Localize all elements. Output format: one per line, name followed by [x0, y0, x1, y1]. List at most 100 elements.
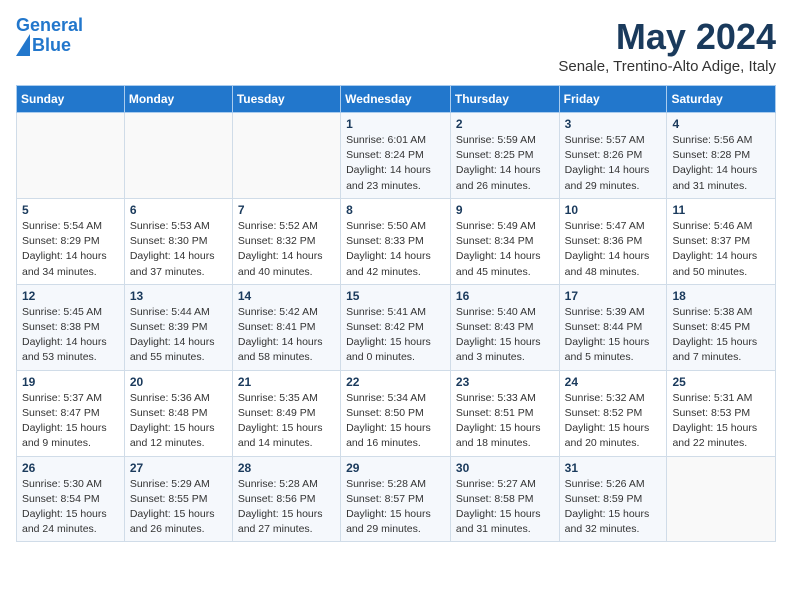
day-detail: Sunrise: 5:36 AMSunset: 8:48 PMDaylight:…	[130, 391, 227, 452]
day-number: 27	[130, 461, 227, 475]
calendar-day-cell: 22Sunrise: 5:34 AMSunset: 8:50 PMDayligh…	[341, 370, 451, 456]
day-detail: Sunrise: 5:39 AMSunset: 8:44 PMDaylight:…	[565, 305, 662, 366]
calendar-day-cell: 20 Sunrise: 5:36 AMSunset: 8:48 PMDayligh…	[124, 370, 232, 456]
day-detail: Sunrise: 5:46 AMSunset: 8:37 PMDaylight:…	[672, 219, 770, 280]
calendar-day-cell: 15 Sunrise: 5:41 AMSunset: 8:42 PMDayligh…	[341, 284, 451, 370]
calendar-day-cell: 4Sunrise: 5:56 AMSunset: 8:28 PMDaylight…	[667, 113, 776, 199]
calendar-day-cell: 19Sunrise: 5:37 AMSunset: 8:47 PMDayligh…	[17, 370, 125, 456]
day-detail: Sunrise: 5:35 AMSunset: 8:49 PMDaylight:…	[238, 391, 335, 452]
day-number: 21	[238, 375, 335, 389]
logo-general: General	[16, 15, 83, 35]
day-detail: Sunrise: 5:42 AMSunset: 8:41 PMDaylight:…	[238, 305, 335, 366]
day-detail: Sunrise: 5:32 AMSunset: 8:52 PMDaylight:…	[565, 391, 662, 452]
day-number: 18	[672, 289, 770, 303]
day-number: 10	[565, 203, 662, 217]
calendar-table: SundayMondayTuesdayWednesdayThursdayFrid…	[16, 85, 776, 542]
calendar-day-cell: 17 Sunrise: 5:39 AMSunset: 8:44 PMDayligh…	[559, 284, 667, 370]
calendar-day-cell: 7 Sunrise: 5:52 AMSunset: 8:32 PMDaylight…	[232, 198, 340, 284]
calendar-week-row: 12 Sunrise: 5:45 AMSunset: 8:38 PMDayligh…	[17, 284, 776, 370]
day-number: 28	[238, 461, 335, 475]
calendar-day-cell: 14 Sunrise: 5:42 AMSunset: 8:41 PMDayligh…	[232, 284, 340, 370]
day-detail: Sunrise: 5:26 AMSunset: 8:59 PMDaylight:…	[565, 477, 662, 538]
day-number: 12	[22, 289, 119, 303]
day-detail: Sunrise: 5:34 AMSunset: 8:50 PMDaylight:…	[346, 391, 445, 452]
day-detail: Sunrise: 5:52 AMSunset: 8:32 PMDaylight:…	[238, 219, 335, 280]
day-number: 30	[456, 461, 554, 475]
day-detail: Sunrise: 5:38 AMSunset: 8:45 PMDaylight:…	[672, 305, 770, 366]
day-detail: Sunrise: 5:28 AMSunset: 8:56 PMDaylight:…	[238, 477, 335, 538]
calendar-day-cell: 23 Sunrise: 5:33 AMSunset: 8:51 PMDayligh…	[450, 370, 559, 456]
day-number: 20	[130, 375, 227, 389]
title-area: May 2024 Senale, Trentino-Alto Adige, It…	[558, 16, 776, 75]
calendar-day-cell: 27Sunrise: 5:29 AMSunset: 8:55 PMDayligh…	[124, 456, 232, 542]
calendar-week-row: 1 Sunrise: 6:01 AMSunset: 8:24 PMDaylight…	[17, 113, 776, 199]
day-number: 1	[346, 117, 445, 131]
location: Senale, Trentino-Alto Adige, Italy	[558, 58, 776, 75]
calendar-day-cell: 21 Sunrise: 5:35 AMSunset: 8:49 PMDayligh…	[232, 370, 340, 456]
day-number: 24	[565, 375, 662, 389]
day-detail: Sunrise: 5:31 AMSunset: 8:53 PMDaylight:…	[672, 391, 770, 452]
day-detail: Sunrise: 5:27 AMSunset: 8:58 PMDaylight:…	[456, 477, 554, 538]
day-number: 23	[456, 375, 554, 389]
calendar-day-cell: 31 Sunrise: 5:26 AMSunset: 8:59 PMDayligh…	[559, 456, 667, 542]
day-number: 9	[456, 203, 554, 217]
calendar-day-cell: 13 Sunrise: 5:44 AMSunset: 8:39 PMDayligh…	[124, 284, 232, 370]
day-number: 25	[672, 375, 770, 389]
calendar-day-cell: 10 Sunrise: 5:47 AMSunset: 8:36 PMDayligh…	[559, 198, 667, 284]
day-number: 16	[456, 289, 554, 303]
day-detail: Sunrise: 5:44 AMSunset: 8:39 PMDaylight:…	[130, 305, 227, 366]
day-detail: Sunrise: 5:45 AMSunset: 8:38 PMDaylight:…	[22, 305, 119, 366]
weekday-header-tuesday: Tuesday	[232, 86, 340, 113]
calendar-day-cell: 9 Sunrise: 5:49 AMSunset: 8:34 PMDaylight…	[450, 198, 559, 284]
day-number: 17	[565, 289, 662, 303]
day-number: 14	[238, 289, 335, 303]
day-number: 8	[346, 203, 445, 217]
day-detail: Sunrise: 5:50 AMSunset: 8:33 PMDaylight:…	[346, 219, 445, 280]
day-detail: Sunrise: 5:41 AMSunset: 8:42 PMDaylight:…	[346, 305, 445, 366]
calendar-day-cell: 3Sunrise: 5:57 AMSunset: 8:26 PMDaylight…	[559, 113, 667, 199]
calendar-week-row: 19Sunrise: 5:37 AMSunset: 8:47 PMDayligh…	[17, 370, 776, 456]
weekday-header-monday: Monday	[124, 86, 232, 113]
calendar-day-cell: 8 Sunrise: 5:50 AMSunset: 8:33 PMDaylight…	[341, 198, 451, 284]
day-detail: Sunrise: 5:49 AMSunset: 8:34 PMDaylight:…	[456, 219, 554, 280]
logo-blue: Blue	[32, 35, 71, 55]
day-number: 7	[238, 203, 335, 217]
calendar-day-cell: 2 Sunrise: 5:59 AMSunset: 8:25 PMDaylight…	[450, 113, 559, 199]
day-number: 13	[130, 289, 227, 303]
calendar-day-cell: 24 Sunrise: 5:32 AMSunset: 8:52 PMDayligh…	[559, 370, 667, 456]
calendar-week-row: 26Sunrise: 5:30 AMSunset: 8:54 PMDayligh…	[17, 456, 776, 542]
day-number: 15	[346, 289, 445, 303]
day-detail: Sunrise: 5:47 AMSunset: 8:36 PMDaylight:…	[565, 219, 662, 280]
day-detail: Sunrise: 5:33 AMSunset: 8:51 PMDaylight:…	[456, 391, 554, 452]
calendar-day-cell	[667, 456, 776, 542]
calendar-day-cell: 16 Sunrise: 5:40 AMSunset: 8:43 PMDayligh…	[450, 284, 559, 370]
weekday-header-friday: Friday	[559, 86, 667, 113]
calendar-day-cell: 29 Sunrise: 5:28 AMSunset: 8:57 PMDayligh…	[341, 456, 451, 542]
calendar-day-cell: 30 Sunrise: 5:27 AMSunset: 8:58 PMDayligh…	[450, 456, 559, 542]
calendar-day-cell	[232, 113, 340, 199]
weekday-header-saturday: Saturday	[667, 86, 776, 113]
day-detail: Sunrise: 5:53 AMSunset: 8:30 PMDaylight:…	[130, 219, 227, 280]
day-detail: Sunrise: 5:57 AMSunset: 8:26 PMDaylight:…	[565, 133, 662, 194]
day-detail: Sunrise: 5:59 AMSunset: 8:25 PMDaylight:…	[456, 133, 554, 194]
day-detail: Sunrise: 5:40 AMSunset: 8:43 PMDaylight:…	[456, 305, 554, 366]
calendar-day-cell: 11Sunrise: 5:46 AMSunset: 8:37 PMDayligh…	[667, 198, 776, 284]
day-number: 26	[22, 461, 119, 475]
weekday-header-wednesday: Wednesday	[341, 86, 451, 113]
day-number: 4	[672, 117, 770, 131]
day-number: 29	[346, 461, 445, 475]
page-header: General Blue May 2024 Senale, Trentino-A…	[16, 16, 776, 75]
day-number: 31	[565, 461, 662, 475]
calendar-day-cell: 1 Sunrise: 6:01 AMSunset: 8:24 PMDaylight…	[341, 113, 451, 199]
month-title: May 2024	[558, 16, 776, 58]
calendar-day-cell	[124, 113, 232, 199]
day-number: 2	[456, 117, 554, 131]
calendar-day-cell: 6 Sunrise: 5:53 AMSunset: 8:30 PMDaylight…	[124, 198, 232, 284]
day-detail: Sunrise: 5:54 AMSunset: 8:29 PMDaylight:…	[22, 219, 119, 280]
calendar-week-row: 5Sunrise: 5:54 AMSunset: 8:29 PMDaylight…	[17, 198, 776, 284]
calendar-day-cell: 26Sunrise: 5:30 AMSunset: 8:54 PMDayligh…	[17, 456, 125, 542]
day-number: 6	[130, 203, 227, 217]
day-detail: Sunrise: 5:28 AMSunset: 8:57 PMDaylight:…	[346, 477, 445, 538]
day-detail: Sunrise: 6:01 AMSunset: 8:24 PMDaylight:…	[346, 133, 445, 194]
day-number: 19	[22, 375, 119, 389]
